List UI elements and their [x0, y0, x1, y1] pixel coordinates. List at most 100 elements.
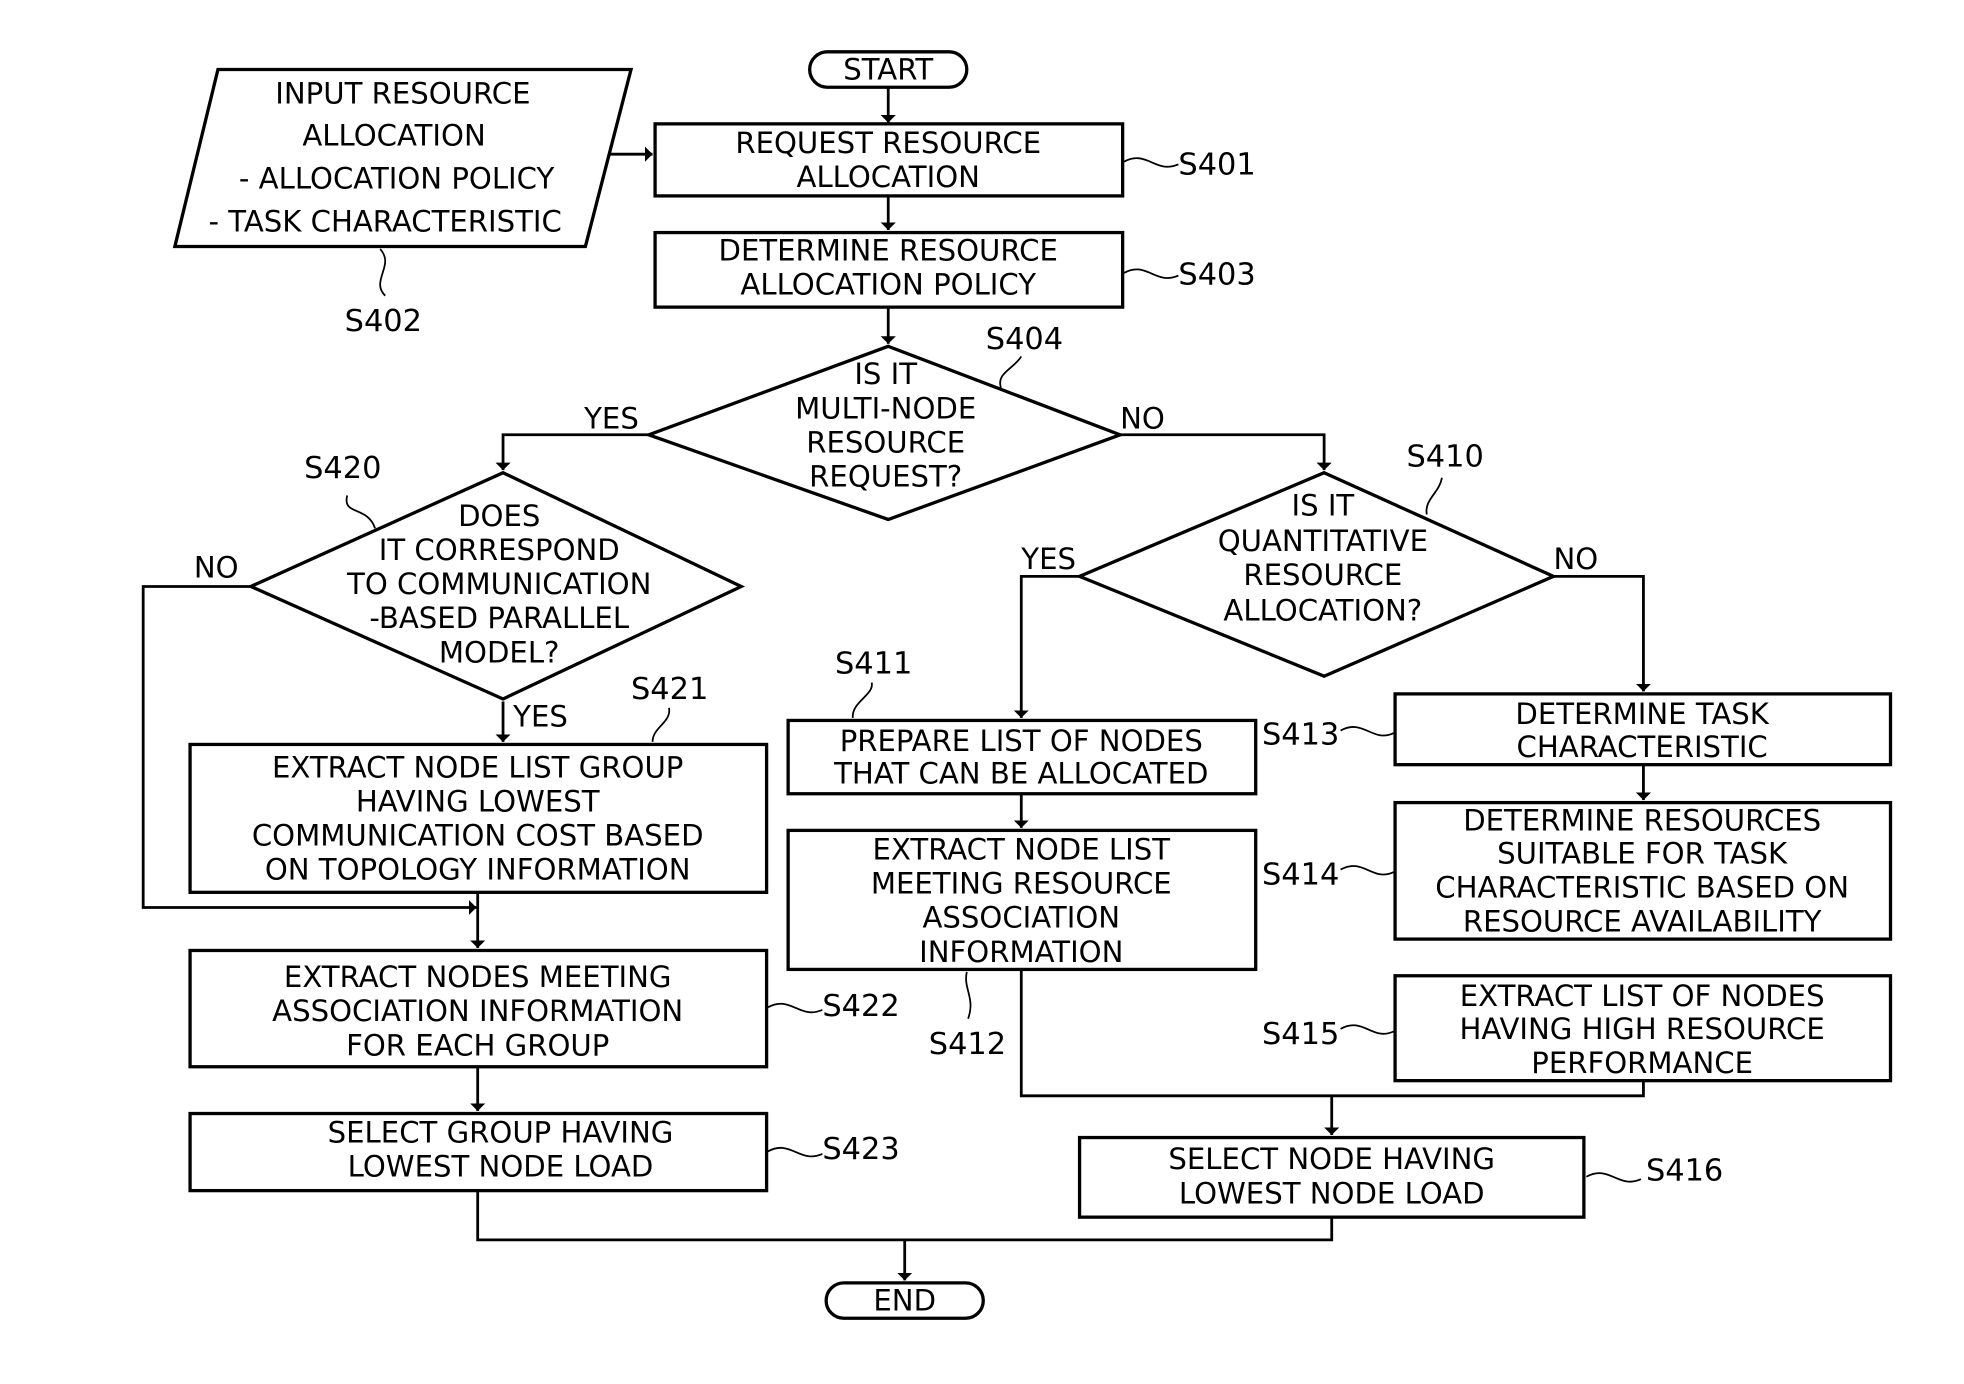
node-text: SELECT NODE HAVING: [1168, 1142, 1495, 1176]
leader-line: [1585, 1172, 1642, 1183]
node-text: RESOURCE: [806, 426, 965, 460]
node-text: IS IT: [854, 357, 917, 391]
leader-line: [1123, 157, 1179, 168]
leader-line: [767, 1002, 823, 1014]
node-text: LOWEST NODE LOAD: [348, 1150, 654, 1184]
node-text: EXTRACT NODE LIST: [873, 833, 1171, 867]
node-text: INPUT RESOURCE: [275, 77, 530, 111]
leader-line: [1425, 477, 1443, 515]
step-label-s404: S404: [986, 322, 1063, 357]
node-s410-decision: IS IT QUANTITATIVE RESOURCE ALLOCATION? …: [1020, 439, 1598, 678]
branch-label-no: NO: [194, 551, 239, 585]
step-label-s423: S423: [822, 1132, 899, 1167]
start-label: START: [843, 53, 933, 87]
node-text: MEETING RESOURCE: [871, 867, 1172, 901]
step-label-s403: S403: [1178, 257, 1255, 292]
node-text: ALLOCATION: [302, 118, 485, 152]
step-label-s414: S414: [1262, 858, 1339, 893]
node-text: PREPARE LIST OF NODES: [840, 724, 1203, 758]
node-text: ON TOPOLOGY INFORMATION: [265, 853, 691, 887]
step-label-s410: S410: [1406, 439, 1483, 474]
step-label-s415: S415: [1262, 1017, 1339, 1052]
leader-line: [999, 355, 1023, 389]
node-s402-input: INPUT RESOURCE ALLOCATION - ALLOCATION P…: [172, 67, 634, 339]
branch-label-no: NO: [1120, 402, 1165, 436]
node-text: DOES: [458, 499, 540, 533]
step-label-s412: S412: [929, 1027, 1006, 1062]
node-text: SELECT GROUP HAVING: [328, 1116, 674, 1150]
node-text: ALLOCATION POLICY: [740, 268, 1036, 302]
node-text: ASSOCIATION: [923, 901, 1121, 935]
node-text: EXTRACT LIST OF NODES: [1460, 979, 1825, 1013]
node-text: FOR EACH GROUP: [346, 1028, 609, 1062]
leader-line: [1340, 1024, 1395, 1035]
leader-line: [651, 707, 670, 743]
step-label-s416: S416: [1646, 1154, 1723, 1189]
node-text: IS IT: [1291, 489, 1354, 523]
flowchart-canvas: START END INPUT RESOURCE ALLOCATION - AL…: [141, 50, 1893, 1320]
step-label-s421: S421: [631, 672, 708, 707]
leader-line: [345, 495, 376, 529]
leader-line: [1340, 865, 1395, 876]
node-text: RESOURCE: [1243, 558, 1402, 592]
node-s415: EXTRACT LIST OF NODES HAVING HIGH RESOUR…: [1262, 974, 1893, 1083]
step-label-s413: S413: [1262, 717, 1339, 752]
node-s414: DETERMINE RESOURCES SUITABLE FOR TASK CH…: [1262, 800, 1893, 941]
start-terminal: START: [808, 50, 969, 89]
node-text: DETERMINE RESOURCE: [719, 233, 1058, 267]
node-text: DETERMINE RESOURCES: [1463, 803, 1821, 837]
node-text: RESOURCE AVAILABILITY: [1463, 905, 1822, 939]
node-text: -BASED PARALLEL: [369, 601, 629, 635]
branch-label-no: NO: [1553, 542, 1598, 576]
node-text: MODEL?: [439, 635, 560, 669]
node-text: EXTRACT NODE LIST GROUP: [272, 750, 683, 784]
node-text: CHARACTERISTIC BASED ON: [1435, 870, 1849, 904]
arrow-s404-no-to-s410: [1120, 433, 1332, 471]
node-text: THAT CAN BE ALLOCATED: [833, 757, 1208, 791]
leader-line: [1123, 268, 1179, 279]
node-text: HAVING HIGH RESOURCE: [1460, 1012, 1825, 1046]
node-text: ALLOCATION: [797, 160, 980, 194]
node-text: EXTRACT NODES MEETING: [284, 960, 672, 994]
step-label-s422: S422: [822, 989, 899, 1024]
branch-label-yes: YES: [583, 402, 639, 436]
node-s423: SELECT GROUP HAVING LOWEST NODE LOAD S42…: [188, 1111, 900, 1193]
node-text: - ALLOCATION POLICY: [239, 161, 555, 195]
node-text: ALLOCATION?: [1223, 594, 1422, 628]
node-text: TO COMMUNICATION: [346, 567, 651, 601]
node-text: REQUEST?: [809, 460, 962, 494]
branch-label-yes: YES: [1020, 542, 1076, 576]
node-text: COMMUNICATION COST BASED: [252, 819, 704, 853]
node-s403: DETERMINE RESOURCE ALLOCATION POLICY S40…: [653, 230, 1256, 309]
leader-line: [767, 1146, 823, 1158]
node-text: IT CORRESPOND: [379, 533, 620, 567]
node-s404-decision: IS IT MULTI-NODE RESOURCE REQUEST? S404 …: [583, 322, 1165, 522]
node-text: HAVING LOWEST: [356, 784, 600, 818]
branch-label-yes: YES: [512, 700, 568, 734]
leader-line: [1340, 726, 1395, 737]
node-s401: REQUEST RESOURCE ALLOCATION S401: [653, 122, 1256, 198]
arrow-s404-yes-to-s420: [495, 433, 649, 471]
node-text: INFORMATION: [919, 935, 1123, 969]
node-s416: SELECT NODE HAVING LOWEST NODE LOAD S416: [1077, 1135, 1723, 1219]
node-s413: DETERMINE TASK CHARACTERISTIC S413: [1262, 692, 1893, 767]
step-label-s411: S411: [835, 647, 912, 682]
node-text: QUANTITATIVE: [1218, 524, 1428, 558]
step-label-s420: S420: [304, 451, 381, 486]
node-text: PERFORMANCE: [1531, 1046, 1753, 1080]
node-s421: EXTRACT NODE LIST GROUP HAVING LOWEST CO…: [188, 672, 769, 894]
arrow-s410-no-to-s413: [1553, 574, 1652, 692]
step-label-s401: S401: [1178, 147, 1255, 182]
node-text: CHARACTERISTIC: [1517, 730, 1768, 764]
arrow-s410-yes-to-s411: [1013, 574, 1080, 718]
leader-line: [379, 248, 387, 297]
node-text: SUITABLE FOR TASK: [1497, 836, 1788, 870]
node-text: REQUEST RESOURCE: [735, 126, 1041, 160]
node-text: MULTI-NODE: [795, 391, 976, 425]
node-text: - TASK CHARACTERISTIC: [209, 204, 562, 238]
node-text: LOWEST NODE LOAD: [1179, 1176, 1485, 1210]
leader-line: [851, 682, 873, 718]
node-text: DETERMINE TASK: [1515, 697, 1769, 731]
step-label-s402: S402: [345, 304, 422, 339]
node-text: ASSOCIATION INFORMATION: [272, 994, 683, 1028]
